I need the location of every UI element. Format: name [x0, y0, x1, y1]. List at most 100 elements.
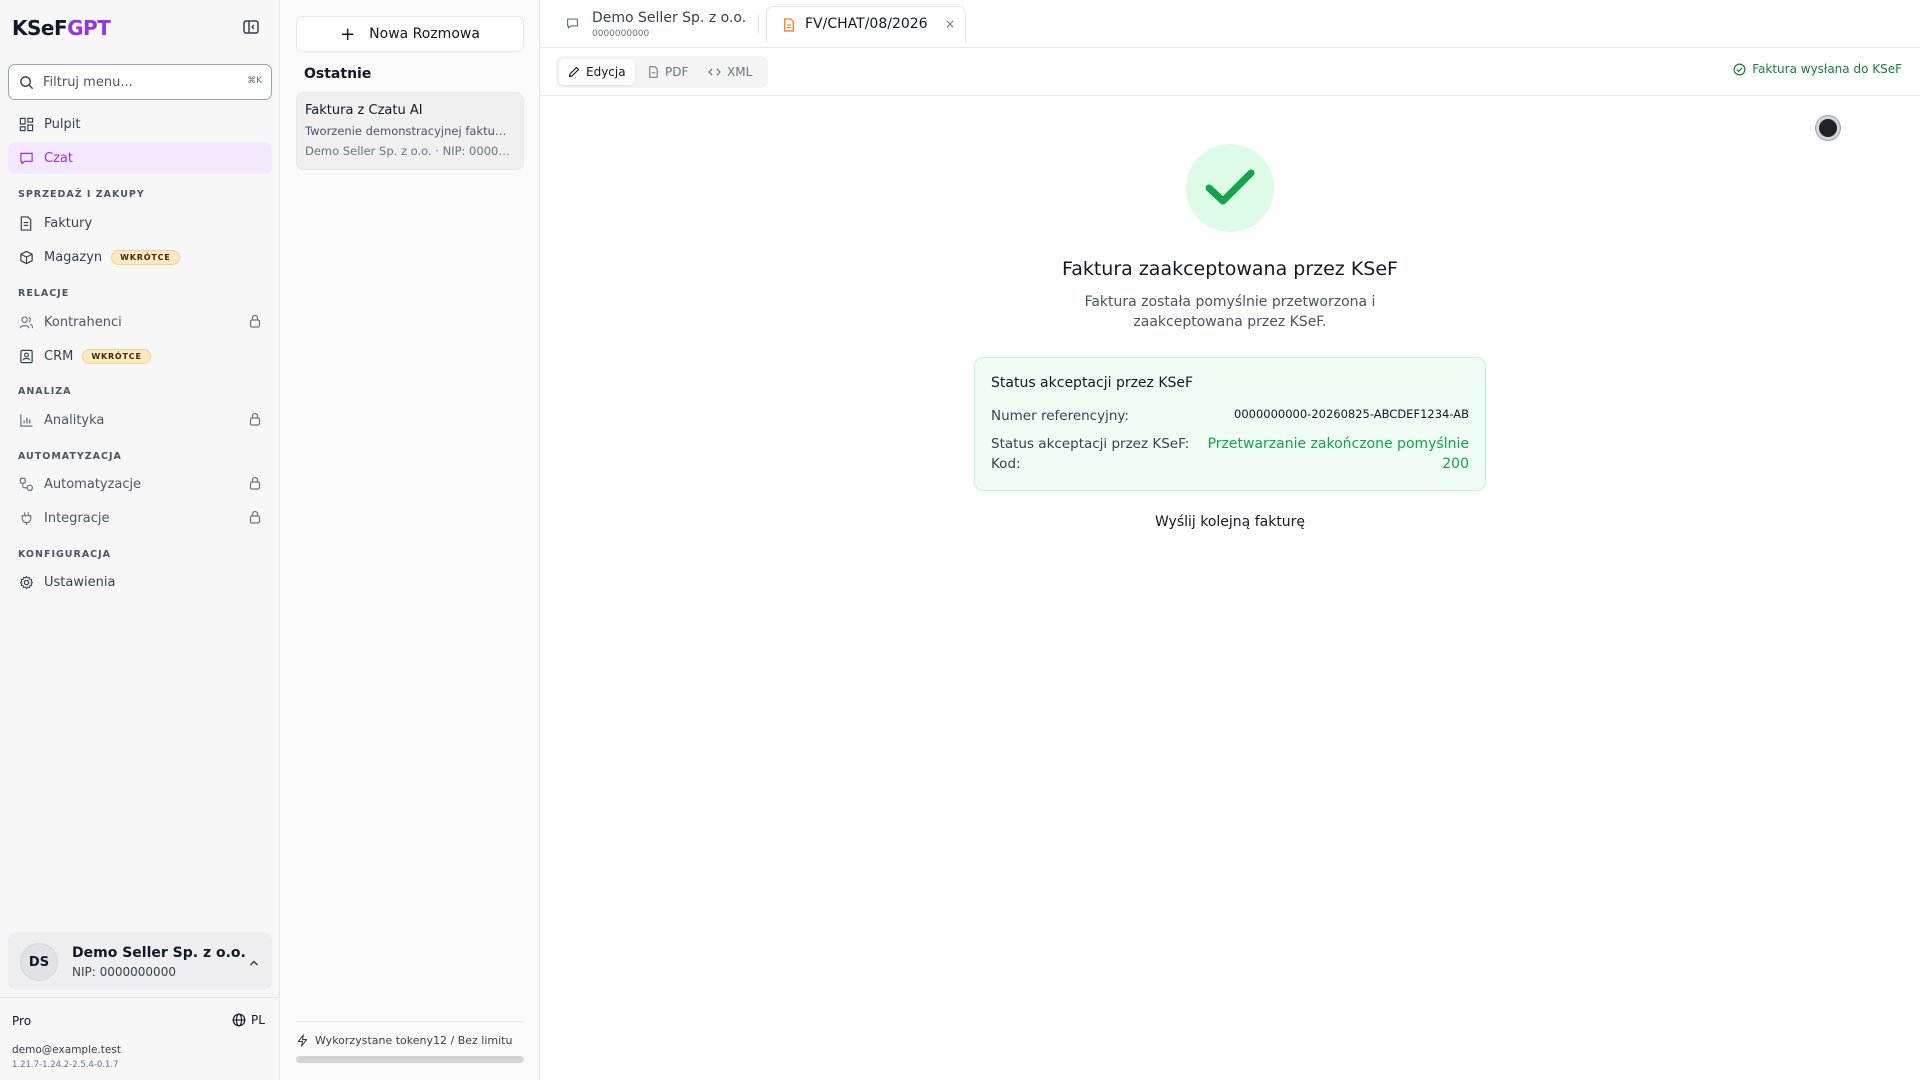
- lock-icon: [248, 510, 262, 528]
- brand-part-1: KSeF: [12, 16, 68, 40]
- chat-bubble-icon: [18, 150, 34, 166]
- token-usage: Wykorzystane tokeny 12 / Bez limitu: [296, 1034, 524, 1047]
- nav-analityka[interactable]: Analityka: [8, 404, 272, 436]
- file-icon: [649, 66, 658, 78]
- zap-icon: [297, 1034, 308, 1047]
- section-config: KONFIGURACJA: [18, 549, 112, 560]
- section-relations: RELACJE: [18, 288, 70, 299]
- coming-soon-badge: WKRÓTCE: [111, 249, 180, 265]
- chat-title: Faktura z Czatu AI: [305, 103, 423, 118]
- nav-pulpit[interactable]: Pulpit: [8, 108, 272, 140]
- section-sales: SPRZEDAŻ I ZAKUPY: [18, 189, 145, 200]
- sent-status: Faktura wysłana do KSeF: [1733, 62, 1902, 76]
- success-icon: [1186, 144, 1274, 232]
- nav-automatyzacje[interactable]: Automatyzacje: [8, 468, 272, 500]
- tab-pdf[interactable]: PDF: [639, 59, 697, 85]
- menu-filter-input[interactable]: [43, 72, 233, 92]
- language-label: PL: [251, 1013, 265, 1027]
- send-another-button[interactable]: Wyślij kolejną fakturę: [1080, 514, 1380, 530]
- tokens-label: Wykorzystane tokeny: [315, 1034, 433, 1047]
- chat-subtitle: Tworzenie demonstracyjnej faktu…: [305, 124, 507, 138]
- grid-icon: [18, 116, 34, 132]
- code-icon: [708, 68, 721, 76]
- nav-integracje[interactable]: Integracje: [8, 502, 272, 534]
- coming-soon-badge: WKRÓTCE: [82, 348, 151, 364]
- user-email: demo@example.test: [12, 1044, 121, 1056]
- divider: [296, 1021, 524, 1022]
- nav-label: Pulpit: [44, 116, 81, 132]
- tab-xml-label: XML: [727, 65, 753, 79]
- plus-icon: +: [340, 23, 356, 45]
- pencil-icon: [568, 66, 580, 78]
- lock-icon: [248, 314, 262, 332]
- nav-crm[interactable]: CRM WKRÓTCE: [8, 340, 272, 372]
- tab-pdf-label: PDF: [665, 65, 689, 79]
- status-label: Status akceptacji przez KSeF:: [991, 436, 1190, 452]
- status-value: Przetwarzanie zakończone pomyślnie: [1207, 436, 1469, 452]
- section-automation: AUTOMATYZACJA: [18, 451, 122, 462]
- nav-ustawienia[interactable]: Ustawienia: [8, 566, 272, 598]
- nav-label: CRM: [44, 348, 74, 364]
- tab-company[interactable]: Demo Seller Sp. z o.o. 0000000000: [566, 8, 756, 42]
- account-name: Demo Seller Sp. z o.o.: [72, 945, 246, 961]
- tokens-value: 12 / Bez limitu: [433, 1034, 513, 1047]
- tab-sublabel: 0000000000: [592, 29, 650, 39]
- account-nip: NIP: 0000000000: [72, 965, 176, 979]
- plan-label: Pro: [12, 1014, 32, 1028]
- document-icon: [784, 18, 794, 32]
- record-indicator[interactable]: [1816, 116, 1840, 140]
- acceptance-status-card: Status akceptacji przez KSeF Numer refer…: [974, 357, 1486, 491]
- tab-invoice[interactable]: FV/CHAT/08/2026 ×: [766, 6, 966, 42]
- editor-toolbar: Edycja PDF XML Faktura wysłana do KSeF: [540, 48, 1920, 96]
- menu-filter[interactable]: ⌘K: [8, 64, 272, 100]
- sidebar: KSeFGPT ⌘K Pulpit Czat SPRZEDAŻ I ZAKUPY…: [0, 0, 280, 1080]
- lock-icon: [248, 412, 262, 430]
- sidebar-collapse-icon[interactable]: [242, 18, 262, 38]
- sent-status-label: Faktura wysłana do KSeF: [1752, 62, 1902, 76]
- nav-label: Automatyzacje: [44, 476, 142, 492]
- account-switcher[interactable]: DS Demo Seller Sp. z o.o. NIP: 000000000…: [8, 932, 272, 990]
- nav-kontrahenci[interactable]: Kontrahenci: [8, 306, 272, 338]
- gear-icon: [18, 574, 34, 590]
- chat-meta: Demo Seller Sp. z o.o. · NIP: 00000…: [305, 144, 515, 158]
- section-analysis: ANALIZA: [18, 386, 72, 397]
- nav-faktury[interactable]: Faktury: [8, 207, 272, 239]
- code-value: 200: [1442, 456, 1469, 472]
- tab-edit[interactable]: Edycja: [559, 59, 635, 85]
- lock-icon: [248, 476, 262, 494]
- language-switcher[interactable]: PL: [232, 1013, 265, 1027]
- nav-label: Magazyn: [44, 249, 103, 265]
- globe-icon: [232, 1013, 246, 1027]
- success-headline: Faktura zaakceptowana przez KSeF: [1062, 258, 1398, 280]
- divider: [0, 997, 280, 998]
- document-icon: [18, 215, 34, 231]
- reference-value: 0000000000-20260825-ABCDEF1234-AB: [1234, 407, 1469, 421]
- plug-icon: [18, 510, 34, 526]
- nav-label: Kontrahenci: [44, 314, 122, 330]
- close-icon[interactable]: ×: [945, 17, 955, 31]
- tab-xml[interactable]: XML: [699, 59, 761, 85]
- chat-list-item[interactable]: Faktura z Czatu AI Tworzenie demonstracy…: [296, 92, 524, 170]
- users-icon: [18, 314, 34, 330]
- nav-czat[interactable]: Czat: [8, 142, 272, 174]
- chevron-up-icon: [248, 954, 260, 973]
- token-usage-bar: [296, 1056, 524, 1063]
- chat-bubble-icon: [567, 18, 578, 29]
- brand-logo: KSeFGPT: [12, 16, 111, 40]
- nav-magazyn[interactable]: Magazyn WKRÓTCE: [8, 241, 272, 273]
- reference-label: Numer referencyjny:: [991, 408, 1129, 424]
- tab-label: Demo Seller Sp. z o.o.: [592, 10, 747, 26]
- nav-label: Integracje: [44, 510, 110, 526]
- brand-part-2: GPT: [67, 16, 111, 40]
- avatar: DS: [20, 943, 58, 981]
- nav-label: Czat: [44, 150, 73, 166]
- nav-label: Ustawienia: [44, 574, 116, 590]
- tab-edit-label: Edycja: [586, 65, 626, 79]
- new-chat-button[interactable]: + Nowa Rozmowa: [296, 16, 524, 52]
- tab-bar: Demo Seller Sp. z o.o. 0000000000 FV/CHA…: [540, 0, 1920, 48]
- check-icon: [1205, 169, 1255, 205]
- divider: [758, 14, 759, 34]
- check-circle-icon: [1733, 63, 1746, 75]
- success-subtext: Faktura została pomyślnie przetworzona i…: [1084, 294, 1376, 330]
- new-chat-label: Nowa Rozmowa: [369, 26, 480, 42]
